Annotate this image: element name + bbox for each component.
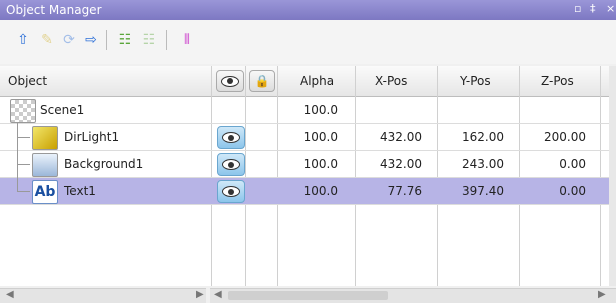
object-name: DirLight1: [64, 130, 120, 144]
scene-icon: [10, 99, 36, 123]
header-lock-icon[interactable]: 🔒: [249, 70, 275, 100]
table-row[interactable]: Ab Text1 100.0 77.76 397.40 0.00: [0, 177, 610, 205]
ypos-value[interactable]: 162.00: [444, 124, 504, 150]
window-title: Object Manager: [6, 3, 102, 17]
toolbar-separator: [166, 30, 167, 50]
scroll-right-icon[interactable]: ▶: [598, 289, 606, 300]
alpha-value[interactable]: 100.0: [282, 97, 338, 123]
header-object[interactable]: Object: [8, 66, 47, 96]
xpos-value[interactable]: 77.76: [362, 178, 422, 204]
scroll-left-icon[interactable]: ◀: [6, 289, 14, 300]
eye-icon: [222, 186, 240, 197]
eye-icon: [222, 132, 240, 143]
split-icon[interactable]: ⫴: [178, 31, 196, 49]
header-eye-icon[interactable]: [216, 70, 244, 100]
scroll-right-icon[interactable]: ▶: [196, 289, 204, 300]
header-ypos[interactable]: Y-Pos: [460, 66, 491, 96]
zpos-value[interactable]: 200.00: [526, 124, 586, 150]
table-row[interactable]: Background1 100.0 432.00 243.00 0.00: [0, 150, 610, 178]
text-icon: Ab: [32, 180, 58, 204]
header-alpha[interactable]: Alpha: [300, 66, 334, 96]
table-row[interactable]: DirLight1 100.0 432.00 162.00 200.00: [0, 123, 610, 151]
object-grid: Object 🔒 Alpha X-Pos Y-Pos Z-Pos Scene1 …: [0, 66, 610, 286]
link-icon[interactable]: ⟳: [60, 31, 78, 49]
title-bar: Object Manager ▫ ‡ ×: [0, 0, 616, 20]
pencil-icon[interactable]: ✎: [38, 31, 56, 49]
ypos-value[interactable]: 397.40: [444, 178, 504, 204]
scroll-thumb[interactable]: [228, 291, 388, 300]
tree-expand-icon[interactable]: ☷: [116, 31, 134, 49]
light-icon: [32, 126, 58, 150]
tree-line: [17, 137, 30, 138]
tree-line: [17, 191, 30, 192]
close-icon[interactable]: ×: [606, 2, 615, 15]
vertical-scrollbar[interactable]: [609, 66, 616, 286]
header-zpos[interactable]: Z-Pos: [541, 66, 574, 96]
tree-horizontal-scrollbar[interactable]: [0, 288, 206, 303]
pin-icon[interactable]: ‡: [590, 2, 596, 15]
object-name: Text1: [64, 184, 96, 198]
background-icon: [32, 153, 58, 177]
alpha-value[interactable]: 100.0: [282, 151, 338, 177]
tree-line: [17, 177, 18, 191]
object-name: Background1: [64, 157, 144, 171]
tree-collapse-icon[interactable]: ☷: [140, 31, 158, 49]
visibility-toggle[interactable]: [217, 153, 245, 176]
zpos-value[interactable]: 0.00: [526, 151, 586, 177]
zpos-value[interactable]: 0.00: [526, 178, 586, 204]
xpos-value[interactable]: 432.00: [362, 151, 422, 177]
alpha-value[interactable]: 100.0: [282, 178, 338, 204]
tree-line: [17, 164, 30, 165]
alpha-value[interactable]: 100.0: [282, 124, 338, 150]
table-row[interactable]: Scene1 100.0: [0, 97, 610, 124]
arrow-up-icon[interactable]: ⇧: [14, 31, 32, 49]
scroll-left-icon[interactable]: ◀: [214, 289, 222, 300]
arrow-right-icon[interactable]: ⇨: [82, 31, 100, 49]
visibility-toggle[interactable]: [217, 126, 245, 149]
object-name: Scene1: [40, 103, 85, 117]
header-xpos[interactable]: X-Pos: [375, 66, 407, 96]
toolbar-separator: [106, 30, 107, 50]
eye-icon: [222, 159, 240, 170]
visibility-toggle[interactable]: [217, 180, 245, 203]
ypos-value[interactable]: 243.00: [444, 151, 504, 177]
toolbar: ⇧ ✎ ⟳ ⇨ ☷ ☷ ⫴: [0, 20, 616, 64]
float-icon[interactable]: ▫: [574, 2, 581, 15]
xpos-value[interactable]: 432.00: [362, 124, 422, 150]
